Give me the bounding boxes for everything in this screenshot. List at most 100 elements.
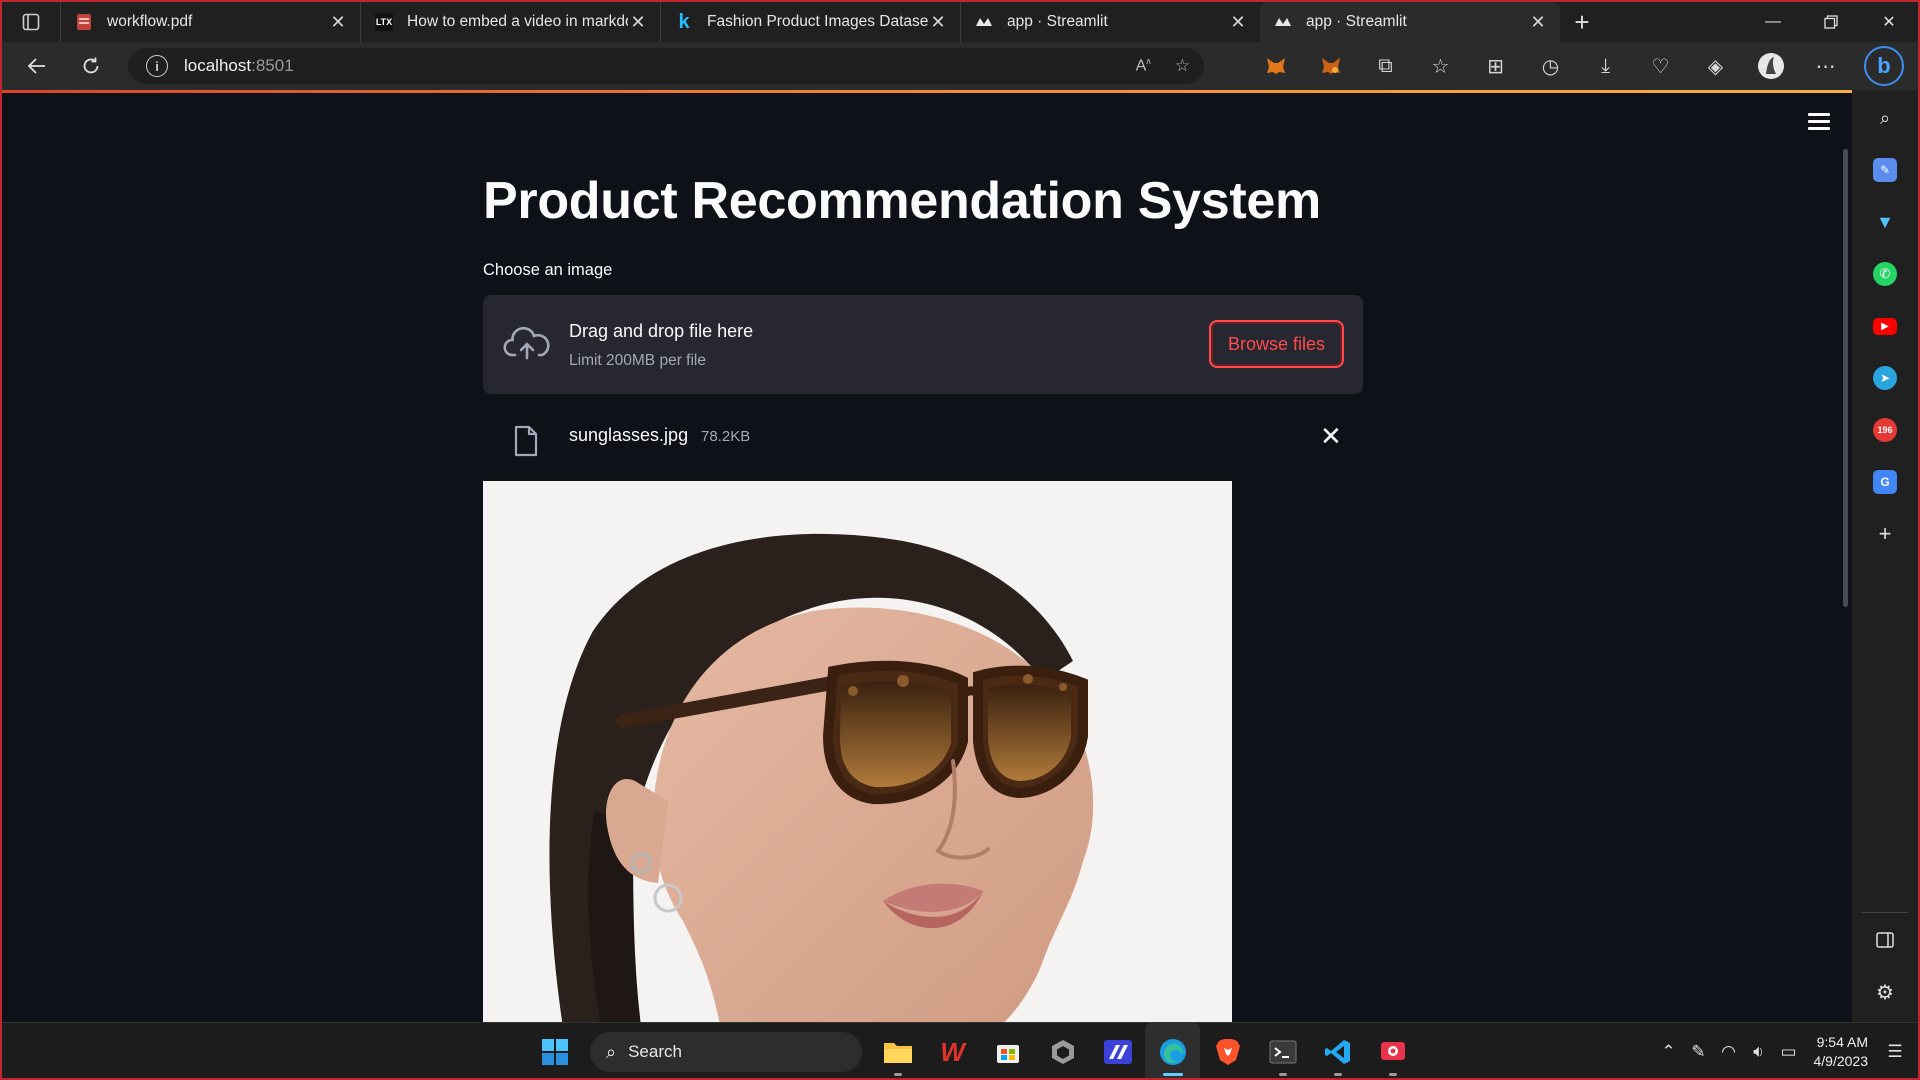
restore-icon[interactable] — [1802, 2, 1860, 42]
whatsapp-icon[interactable]: ✆ — [1873, 262, 1897, 286]
tab-fashion-dataset[interactable]: k Fashion Product Images Dataset ✕ — [660, 2, 960, 42]
more-options-icon[interactable]: ⋯ — [1798, 42, 1853, 90]
sidebar-notifications-icon[interactable]: 196 — [1873, 418, 1897, 442]
tab-embed-video[interactable]: LTX How to embed a video in markdo ✕ — [360, 2, 660, 42]
taskbar-search[interactable]: ⌕ Search — [590, 1032, 862, 1072]
file-dropzone[interactable]: Drag and drop file here Limit 200MB per … — [483, 295, 1363, 394]
refresh-icon[interactable] — [64, 42, 118, 90]
browser-essentials-icon[interactable]: ◈ — [1688, 42, 1743, 90]
search-icon: ⌕ — [606, 1041, 617, 1062]
read-aloud-icon[interactable]: Aʌ — [1136, 56, 1151, 75]
edge-sidebar: ⌕ ✎ ▼ ✆ ▶ ➤ 196 G + ⚙ — [1852, 90, 1918, 1022]
sidebar-tools-icon[interactable]: ▼ — [1873, 210, 1897, 234]
performance-heart-icon[interactable]: ♡ — [1633, 42, 1688, 90]
remove-file-icon[interactable]: ✕ — [1320, 421, 1342, 452]
powerautomate-icon[interactable] — [1090, 1023, 1145, 1078]
minimize-icon[interactable]: — — [1744, 2, 1802, 42]
profile-avatar[interactable] — [1743, 42, 1798, 90]
close-tab-icon[interactable]: ✕ — [328, 12, 348, 33]
sidebar-divider — [1862, 912, 1908, 913]
collections-icon[interactable]: ⊞ — [1468, 42, 1523, 90]
file-name: sunglasses.jpg — [569, 425, 689, 445]
taskbar-clock[interactable]: 9:54 AM 4/9/2023 — [1814, 1033, 1869, 1071]
extensions-puzzle-icon[interactable]: ⧉ — [1358, 42, 1413, 90]
volume-icon[interactable]: 🔉︎ — [1744, 1042, 1774, 1062]
file-icon — [514, 425, 538, 457]
tab-title: workflow.pdf — [107, 13, 193, 30]
tab-streamlit-1[interactable]: app · Streamlit ✕ — [960, 2, 1260, 42]
sunglasses-model-photo — [483, 481, 1232, 1022]
metamask-fox-icon[interactable] — [1303, 42, 1358, 90]
wps-office-icon[interactable]: W — [925, 1023, 980, 1078]
unity-hub-icon[interactable] — [1035, 1023, 1090, 1078]
streamlit-icon — [1274, 13, 1292, 31]
search-placeholder: Search — [628, 1042, 682, 1061]
screen: workflow.pdf ✕ LTX How to embed a video … — [0, 0, 1920, 1080]
dropzone-instructions: Drag and drop file here — [569, 321, 754, 341]
clock-time: 9:54 AM — [1816, 1034, 1868, 1050]
uploaded-image-preview — [483, 481, 1232, 1022]
show-hidden-icons-chevron-icon[interactable]: ⌃ — [1654, 1042, 1684, 1062]
tab-title: app · Streamlit — [1306, 13, 1407, 30]
youtube-icon[interactable]: ▶ — [1873, 318, 1897, 335]
browse-files-button[interactable]: Browse files — [1209, 320, 1344, 368]
hide-sidebar-icon[interactable] — [1873, 928, 1897, 952]
scrollbar-thumb[interactable] — [1843, 149, 1848, 607]
screen-recorder-icon[interactable] — [1365, 1023, 1420, 1078]
address-bar-actions: Aʌ ☆ — [1136, 48, 1190, 84]
site-info-icon[interactable]: i — [146, 55, 168, 77]
file-size: 78.2KB — [701, 428, 751, 445]
microsoft-store-icon[interactable] — [980, 1023, 1035, 1078]
close-tab-icon[interactable]: ✕ — [928, 12, 948, 33]
window-controls: — ✕ — [1744, 2, 1918, 42]
back-arrow-icon[interactable] — [10, 42, 64, 90]
downloads-icon[interactable]: ⤓ — [1578, 42, 1633, 90]
new-tab-icon[interactable]: + — [1560, 7, 1604, 38]
notification-center-icon[interactable]: ☰ — [1880, 1042, 1910, 1062]
vscode-icon[interactable] — [1310, 1023, 1365, 1078]
main-menu-icon[interactable] — [1808, 113, 1830, 134]
dropzone-limit: Limit 200MB per file — [569, 352, 706, 369]
telegram-icon[interactable]: ➤ — [1873, 366, 1897, 390]
close-tab-icon[interactable]: ✕ — [1228, 12, 1248, 33]
uploader-label: Choose an image — [483, 261, 613, 279]
terminal-icon[interactable] — [1255, 1023, 1310, 1078]
pen-icon[interactable]: ✎ — [1684, 1042, 1714, 1062]
uploaded-file-row: sunglasses.jpg 78.2KB ✕ — [483, 411, 1363, 465]
favorites-icon[interactable]: ☆ — [1413, 42, 1468, 90]
tab-workflow-pdf[interactable]: workflow.pdf ✕ — [60, 2, 360, 42]
page-title: Product Recommendation System — [483, 172, 1321, 230]
ltx-icon: LTX — [375, 13, 393, 31]
address-bar[interactable]: i localhost:8501 Aʌ ☆ — [128, 48, 1204, 84]
copilot-bing-icon[interactable]: b — [1864, 46, 1904, 86]
tab-actions-icon[interactable] — [2, 2, 60, 42]
sidebar-settings-icon[interactable]: ⚙ — [1873, 980, 1897, 1004]
add-favorite-icon[interactable]: ☆ — [1175, 56, 1190, 76]
sidebar-discover-icon[interactable]: ✎ — [1873, 158, 1897, 182]
close-window-icon[interactable]: ✕ — [1860, 2, 1918, 42]
sidebar-search-icon[interactable]: ⌕ — [1873, 106, 1897, 130]
windows-start-icon[interactable] — [527, 1023, 582, 1078]
history-icon[interactable]: ◷ — [1523, 42, 1578, 90]
browser-tab-strip: workflow.pdf ✕ LTX How to embed a video … — [2, 2, 1918, 42]
file-explorer-icon[interactable] — [870, 1023, 925, 1078]
tab-title: Fashion Product Images Dataset — [707, 13, 928, 30]
tab-title: How to embed a video in markdo — [407, 13, 628, 30]
brave-browser-icon[interactable] — [1200, 1023, 1255, 1078]
cloud-upload-icon — [503, 326, 550, 360]
tab-streamlit-active[interactable]: app · Streamlit ✕ — [1260, 2, 1560, 42]
close-tab-icon[interactable]: ✕ — [628, 12, 648, 33]
tab-title: app · Streamlit — [1007, 13, 1108, 30]
clock-date: 4/9/2023 — [1813, 1053, 1869, 1069]
add-sidebar-app-icon[interactable]: + — [1873, 521, 1897, 546]
metamask-extension-icon[interactable] — [1248, 42, 1303, 90]
streamlit-icon — [975, 13, 993, 31]
close-tab-icon[interactable]: ✕ — [1528, 12, 1548, 33]
edge-browser-icon[interactable] — [1145, 1023, 1200, 1078]
battery-icon[interactable]: ▭ — [1774, 1042, 1804, 1062]
pdf-icon — [75, 13, 93, 31]
translate-icon[interactable]: G — [1873, 470, 1897, 494]
wifi-icon[interactable]: ◠ — [1714, 1042, 1744, 1062]
url-host: localhost — [184, 56, 252, 75]
browser-toolbar: i localhost:8501 Aʌ ☆ ⧉ ☆ ⊞ ◷ ⤓ ♡ ◈ ⋯ — [2, 42, 1918, 90]
